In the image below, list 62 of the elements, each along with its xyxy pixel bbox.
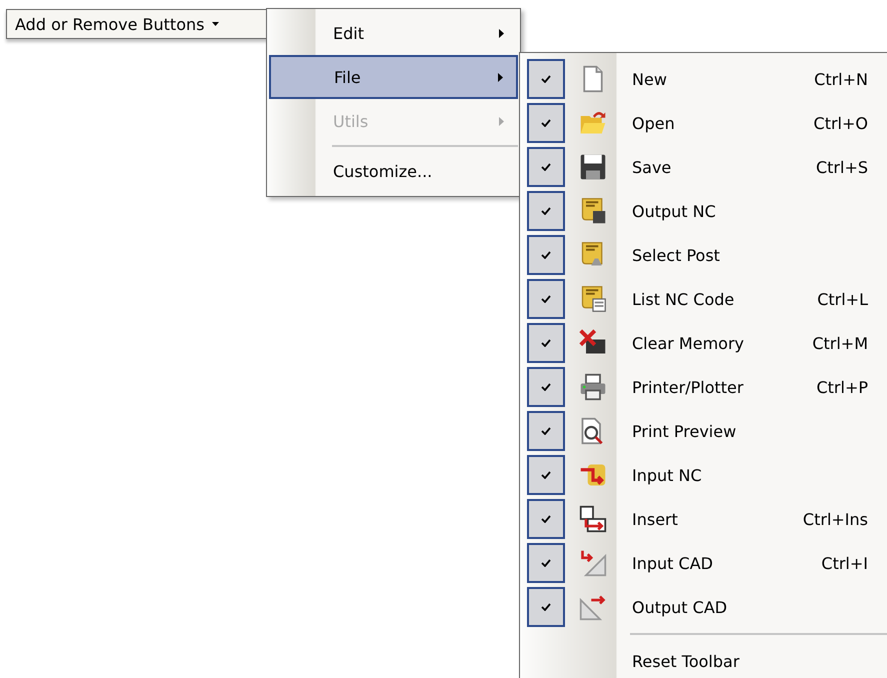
shortcut-text: Ctrl+S — [814, 158, 868, 176]
scroll-list-icon — [579, 285, 607, 313]
checkmark-icon — [541, 119, 551, 127]
checkbox[interactable] — [527, 587, 565, 627]
checkbox[interactable] — [527, 147, 565, 187]
checkbox[interactable] — [527, 367, 565, 407]
menu-item-label: Printer/Plotter — [632, 378, 744, 396]
menu-item-label: Input NC — [632, 466, 703, 484]
menu-item-label: Insert — [632, 510, 679, 528]
checkmark-icon — [541, 339, 551, 347]
checkmark-icon — [541, 75, 551, 83]
checkmark-icon — [541, 603, 551, 611]
menu-item-label: Open — [632, 114, 676, 132]
submenu-arrow-icon — [499, 116, 504, 126]
boxes-arrow-icon — [579, 505, 607, 533]
checkmark-icon — [541, 471, 551, 479]
checkmark-icon — [541, 295, 551, 303]
checkbox[interactable] — [527, 191, 565, 231]
menu-item[interactable]: Edit — [269, 11, 518, 55]
shortcut-text: Ctrl+Ins — [802, 510, 868, 528]
checkbox[interactable] — [527, 235, 565, 275]
menu-item-label: Input CAD — [632, 554, 714, 572]
checkmark-icon — [541, 207, 551, 215]
checkbox[interactable] — [527, 103, 565, 143]
menu-item-label: Clear Memory — [632, 334, 745, 352]
menu-item-label: New — [632, 70, 668, 88]
set-square-arrow-icon — [579, 593, 607, 621]
shortcut-text: Ctrl+I — [820, 554, 868, 572]
checkbox[interactable] — [527, 59, 565, 99]
checkmark-icon — [541, 515, 551, 523]
add-remove-buttons-button[interactable]: Add or Remove Buttons — [6, 9, 268, 39]
printer-icon — [579, 373, 607, 401]
checkbox[interactable] — [527, 543, 565, 583]
menu-item[interactable]: File — [269, 55, 518, 99]
checkmark-icon — [541, 383, 551, 391]
checkmark-icon — [541, 427, 551, 435]
checkbox[interactable] — [527, 323, 565, 363]
shortcut-text: Ctrl+O — [812, 114, 868, 132]
submenu-arrow-icon — [498, 72, 503, 82]
caret-icon — [212, 22, 220, 26]
checkbox[interactable] — [527, 411, 565, 451]
set-square-arrow-icon — [579, 549, 607, 577]
menu-item[interactable]: Customize... — [269, 149, 518, 193]
checkmark-icon — [541, 251, 551, 259]
checkbox[interactable] — [527, 499, 565, 539]
checkbox[interactable] — [527, 279, 565, 319]
menu-item-label: List NC Code — [632, 290, 736, 308]
shortcut-text: Ctrl+P — [815, 378, 868, 396]
shortcut-text: Ctrl+L — [816, 290, 868, 308]
checkmark-icon — [541, 163, 551, 171]
menu-item-label: Output NC — [632, 202, 717, 220]
shortcut-text: Ctrl+M — [811, 334, 868, 352]
menu-item-label: Save — [632, 158, 672, 176]
checkmark-icon — [541, 559, 551, 567]
menu-item-label: Reset Toolbar — [632, 652, 740, 670]
menu-item-label: Output CAD — [632, 598, 728, 616]
menu-item-label: Print Preview — [632, 422, 738, 440]
menu-item-label: Select Post — [632, 246, 721, 264]
shortcut-text: Ctrl+N — [813, 70, 868, 88]
submenu-arrow-icon — [499, 28, 504, 38]
checkbox[interactable] — [527, 455, 565, 495]
scroll-floppy-icon — [579, 197, 607, 225]
